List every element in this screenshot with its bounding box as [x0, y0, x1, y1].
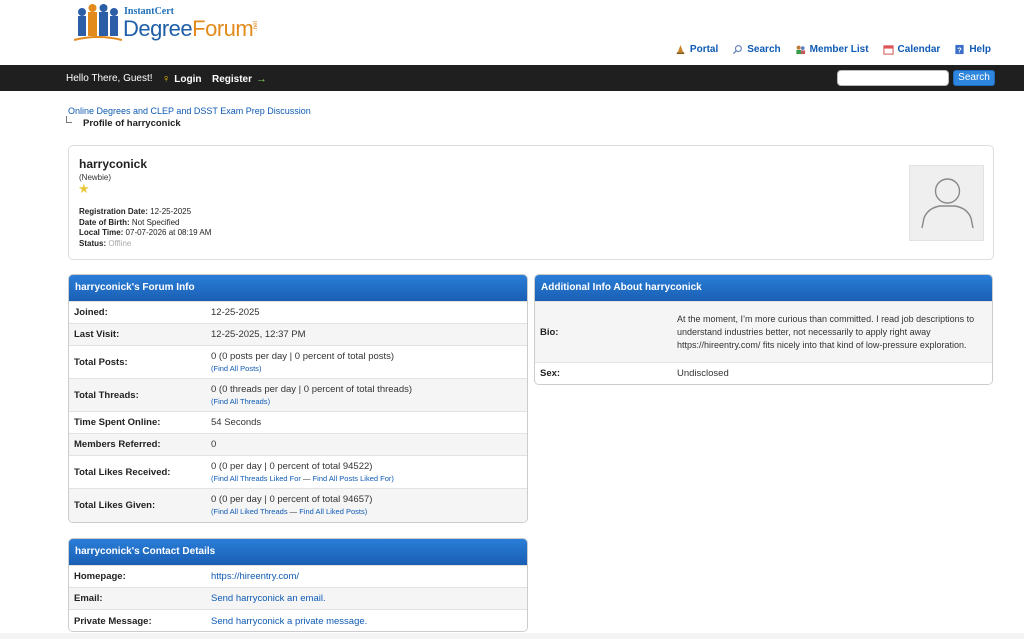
- portal-link[interactable]: Portal: [675, 44, 718, 55]
- default-avatar-icon: [921, 178, 974, 229]
- private-message-link[interactable]: Send harryconick a private message.: [211, 616, 367, 627]
- help-link[interactable]: ? Help: [954, 44, 991, 55]
- table-row: Homepage: https://hireentry.com/: [69, 565, 527, 588]
- profile-meta: Registration Date: 12-25-2025 Date of Bi…: [79, 207, 212, 248]
- logo-title: DegreeForum: [123, 16, 254, 41]
- breadcrumb-root-link[interactable]: Online Degrees and CLEP and DSST Exam Pr…: [68, 106, 311, 116]
- table-row: Time Spent Online: 54 Seconds: [69, 411, 527, 434]
- bio-text: At the moment, I’m more curious than com…: [672, 301, 992, 363]
- table-row: Total Likes Received: 0 (0 per day | 0 p…: [69, 455, 527, 489]
- forum-info-panel: harryconick's Forum Info Joined: 12-25-2…: [68, 274, 528, 523]
- table-row: Total Threads: 0 (0 threads per day | 0 …: [69, 378, 527, 412]
- page-bottom-strip: [0, 633, 1024, 639]
- register-link[interactable]: Register →: [212, 73, 267, 85]
- logo-graduates-icon: [74, 4, 122, 41]
- help-icon: ?: [955, 44, 964, 54]
- contact-details-title: harryconick's Contact Details: [69, 539, 527, 565]
- login-link[interactable]: ♀ Login: [162, 73, 201, 85]
- breadcrumb-current: Profile of harryconick: [66, 116, 311, 129]
- breadcrumb: Online Degrees and CLEP and DSST Exam Pr…: [66, 106, 311, 129]
- avatar: [909, 165, 984, 241]
- forum-info-title: harryconick's Forum Info: [69, 275, 527, 301]
- search-input[interactable]: [837, 70, 949, 86]
- profile-card: harryconick (Newbie) ★ Registration Date…: [68, 145, 994, 260]
- key-icon: ♀: [162, 73, 171, 85]
- additional-info-title: Additional Info About harryconick: [535, 275, 992, 301]
- nav-bar: Hello There, Guest! ♀ Login Register → S…: [0, 65, 1024, 91]
- arrow-right-icon: →: [256, 73, 268, 85]
- calendar-icon: [882, 45, 894, 55]
- star-icon: ★: [78, 181, 90, 196]
- members-icon: [796, 45, 805, 55]
- contact-details-panel: harryconick's Contact Details Homepage: …: [68, 538, 528, 632]
- logo-net-text: .net: [253, 20, 260, 32]
- top-links: Portal Search Member List Calendar ? Hel…: [675, 44, 991, 55]
- search-icon: [733, 45, 743, 55]
- portal-icon: [676, 44, 685, 55]
- find-threads-liked-for-link[interactable]: Find All Threads Liked For: [214, 474, 301, 483]
- tree-branch-icon: [66, 116, 72, 123]
- guest-greeting: Hello There, Guest!: [66, 73, 153, 84]
- homepage-link[interactable]: https://hireentry.com/: [211, 571, 299, 582]
- table-row: Sex: Undisclosed: [535, 362, 992, 384]
- find-all-threads-link[interactable]: Find All Threads: [214, 397, 268, 406]
- status-offline: Offline: [108, 238, 132, 248]
- member-list-link[interactable]: Member List: [795, 44, 869, 55]
- find-all-posts-link[interactable]: Find All Posts: [214, 364, 259, 373]
- find-liked-posts-link[interactable]: Find All Liked Posts: [299, 507, 364, 516]
- find-posts-liked-for-link[interactable]: Find All Posts Liked For: [313, 474, 392, 483]
- table-row: Members Referred: 0: [69, 433, 527, 456]
- site-logo[interactable]: InstantCert DegreeForum .net: [74, 3, 264, 45]
- additional-info-panel: Additional Info About harryconick Bio: A…: [534, 274, 993, 385]
- table-row: Private Message: Send harryconick a priv…: [69, 609, 527, 631]
- table-row: Joined: 12-25-2025: [69, 301, 527, 324]
- table-row: Total Posts: 0 (0 posts per day | 0 perc…: [69, 345, 527, 379]
- svg-text:?: ?: [958, 45, 963, 54]
- search-link[interactable]: Search: [732, 44, 781, 55]
- search-button[interactable]: Search: [953, 70, 995, 86]
- site-header: InstantCert DegreeForum .net Portal Sear…: [0, 0, 1024, 65]
- table-row: Bio: At the moment, I’m more curious tha…: [535, 301, 992, 363]
- calendar-link[interactable]: Calendar: [882, 44, 940, 55]
- table-row: Email: Send harryconick an email.: [69, 587, 527, 610]
- profile-username: harryconick: [79, 157, 148, 171]
- find-liked-threads-link[interactable]: Find All Liked Threads: [214, 507, 288, 516]
- email-link[interactable]: Send harryconick an email.: [211, 593, 326, 604]
- table-row: Total Likes Given: 0 (0 per day | 0 perc…: [69, 488, 527, 522]
- table-row: Last Visit: 12-25-2025, 12:37 PM: [69, 323, 527, 346]
